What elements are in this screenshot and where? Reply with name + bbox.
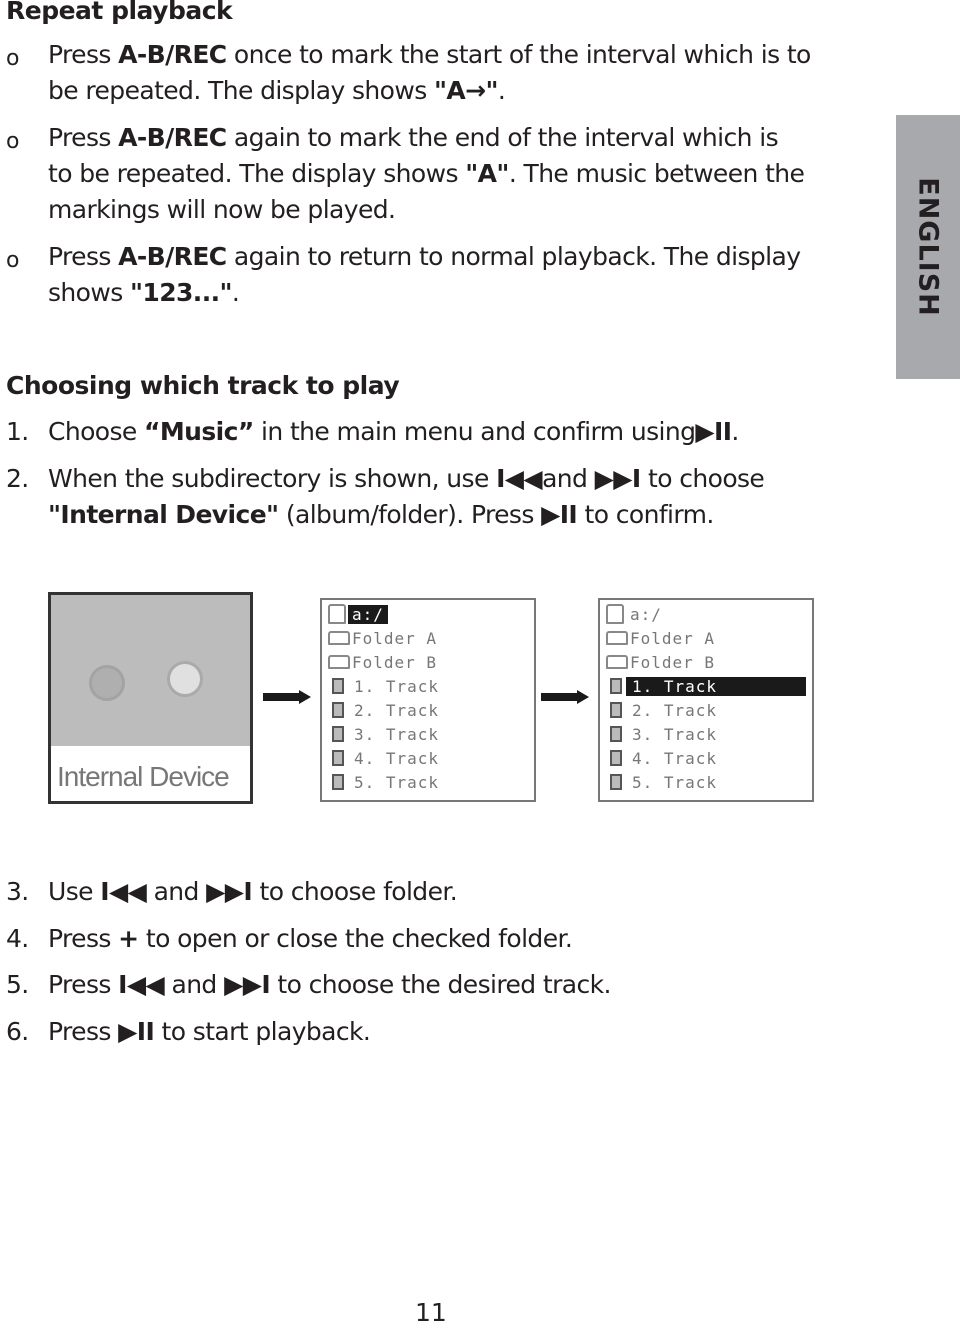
track-icon	[332, 726, 344, 742]
device-screen-folder-list: a:/ Folder A Folder B 1. Track 2. Track …	[320, 598, 536, 802]
folder-row: Folder A	[328, 626, 528, 650]
folder-icon	[328, 631, 350, 645]
root-icon	[328, 604, 346, 624]
radio-icon	[89, 665, 125, 701]
track-icon	[332, 774, 344, 790]
download-icon	[167, 661, 203, 697]
section-heading-repeat-playback: Repeat playback	[6, 0, 233, 25]
bullet-2-line-1: Press A-B/REC again to mark the end of t…	[48, 123, 779, 152]
track-row: 3. Track	[606, 722, 806, 746]
root-icon	[606, 604, 624, 624]
device-screen-icon-area	[51, 595, 250, 746]
bullet-3-line-1: Press A-B/REC again to return to normal …	[48, 242, 801, 271]
step-number: 3.	[6, 877, 29, 906]
language-tab: ENGLISH	[896, 115, 960, 379]
track-row: 3. Track	[328, 722, 528, 746]
track-row: 2. Track	[328, 698, 528, 722]
track-row-selected: 1. Track	[606, 674, 806, 698]
track-icon	[610, 678, 622, 694]
track-row: 4. Track	[328, 746, 528, 770]
step-number: 4.	[6, 924, 29, 953]
step-6-text: Press ▶II to start playback.	[48, 1017, 371, 1046]
track-icon	[332, 678, 344, 694]
bullet-icon: o	[6, 129, 20, 154]
step-2-line-1: When the subdirectory is shown, use I◀◀a…	[48, 464, 765, 493]
folder-icon	[606, 631, 628, 645]
folder-icon	[328, 655, 350, 669]
root-row: a:/	[328, 602, 528, 626]
track-row: 4. Track	[606, 746, 806, 770]
bullet-icon: o	[6, 248, 20, 273]
root-row: a:/	[606, 602, 806, 626]
track-row: 5. Track	[606, 770, 806, 794]
step-number: 5.	[6, 970, 29, 999]
step-4-text: Press + to open or close the checked fol…	[48, 924, 573, 953]
track-icon	[610, 774, 622, 790]
bullet-2-line-3: markings will now be played.	[48, 195, 396, 224]
bullet-2-line-2: to be repeated. The display shows "A". T…	[48, 159, 805, 188]
bullet-1-line-2: be repeated. The display shows "A→".	[48, 76, 506, 105]
bullet-1-line-1: Press A-B/REC once to mark the start of …	[48, 40, 811, 69]
bullet-3-line-2: shows "123...".	[48, 278, 240, 307]
arrow-right-icon	[541, 690, 589, 704]
device-screen-track-selected: a:/ Folder A Folder B 1. Track 2. Track …	[598, 598, 814, 802]
step-number: 2.	[6, 464, 29, 493]
track-icon	[610, 726, 622, 742]
folder-row: Folder A	[606, 626, 806, 650]
track-icon	[610, 750, 622, 766]
track-row: 1. Track	[328, 674, 528, 698]
step-2-line-2: "Internal Device" (album/folder). Press …	[48, 500, 714, 529]
step-number: 6.	[6, 1017, 29, 1046]
step-1-text: Choose “Music” in the main menu and conf…	[48, 417, 739, 446]
folder-icon	[606, 655, 628, 669]
step-5-text: Press I◀◀ and ▶▶I to choose the desired …	[48, 970, 611, 999]
language-tab-label: ENGLISH	[912, 177, 944, 317]
section-heading-choosing-track: Choosing which track to play	[6, 371, 400, 400]
bullet-icon: o	[6, 46, 20, 71]
step-number: 1.	[6, 417, 29, 446]
arrow-right-icon	[263, 690, 311, 704]
track-icon	[332, 750, 344, 766]
device-screen-internal-device: Internal Device	[48, 592, 253, 804]
track-row: 5. Track	[328, 770, 528, 794]
track-icon	[610, 702, 622, 718]
track-row: 2. Track	[606, 698, 806, 722]
device-label: Internal Device	[57, 761, 230, 792]
folder-row: Folder B	[328, 650, 528, 674]
track-icon	[332, 702, 344, 718]
folder-row: Folder B	[606, 650, 806, 674]
page-number: 11	[415, 1298, 447, 1327]
step-3-text: Use I◀◀ and ▶▶I to choose folder.	[48, 877, 458, 906]
